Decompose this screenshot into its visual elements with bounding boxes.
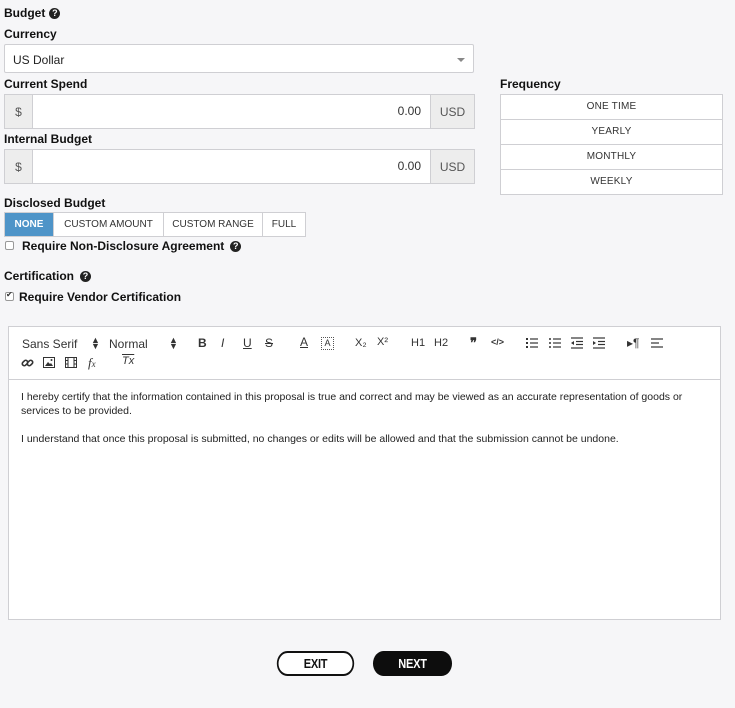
frequency-option-yearly[interactable]: YEARLY xyxy=(501,120,722,145)
chevron-down-icon xyxy=(457,58,465,62)
currency-prefix: $ xyxy=(5,150,33,183)
strike-button[interactable]: S xyxy=(265,336,273,350)
font-family-value: Sans Serif xyxy=(22,337,78,351)
internal-budget-field: $ 0.00 USD xyxy=(4,149,475,184)
exit-button[interactable]: EXIT xyxy=(276,651,355,676)
editor-content[interactable]: I hereby certify that the information co… xyxy=(21,390,690,460)
currency-prefix: $ xyxy=(5,95,33,128)
disclosed-budget-toggle: NONE CUSTOM AMOUNT CUSTOM RANGE FULL xyxy=(4,212,306,237)
font-size-value: Normal xyxy=(109,337,148,351)
sort-arrows-icon: ▲ ▼ xyxy=(169,335,178,351)
help-icon[interactable]: ? xyxy=(230,241,242,253)
frequency-option-weekly[interactable]: WEEKLY xyxy=(501,170,722,194)
bold-button[interactable]: B xyxy=(198,336,207,350)
disclosed-option-custom-amount[interactable]: CUSTOM AMOUNT xyxy=(54,213,164,236)
vendor-certification-checkbox[interactable] xyxy=(5,290,14,301)
text-direction-icon[interactable]: ▸¶ xyxy=(627,336,639,350)
currency-select[interactable]: US Dollar xyxy=(4,44,474,73)
disclosed-option-none[interactable]: NONE xyxy=(5,213,54,236)
help-icon[interactable]: ? xyxy=(80,271,92,283)
heading-1-button[interactable]: H1 xyxy=(411,337,425,349)
help-icon[interactable]: ? xyxy=(49,8,61,20)
internal-budget-label: Internal Budget xyxy=(4,132,93,146)
superscript-button[interactable]: X² xyxy=(377,336,388,348)
editor-toolbar: Sans Serif ▲ ▼ Normal ▲ ▼ B I U S A A X₂ X… xyxy=(9,327,720,380)
next-button[interactable]: NEXT xyxy=(372,651,453,676)
nda-checkbox[interactable] xyxy=(5,241,14,250)
subscript-button[interactable]: X₂ xyxy=(355,337,367,349)
currency-label: Currency xyxy=(4,27,57,41)
certification-heading: Certification? xyxy=(4,269,92,283)
frequency-option-one-time[interactable]: ONE TIME xyxy=(501,95,722,120)
certification-title: Certification xyxy=(4,269,75,283)
code-block-button[interactable]: </> xyxy=(491,337,504,347)
editor-paragraph: I understand that once this proposal is … xyxy=(21,433,619,445)
frequency-label: Frequency xyxy=(500,77,561,91)
underline-button[interactable]: U xyxy=(243,336,252,350)
currency-suffix: USD xyxy=(430,150,474,183)
currency-suffix: USD xyxy=(430,95,474,128)
font-family-select[interactable]: Sans Serif xyxy=(22,337,77,351)
editor-paragraph: I hereby certify that the information co… xyxy=(21,391,683,417)
nda-row: Require Non-Disclosure Agreement? xyxy=(22,239,242,253)
italic-button[interactable]: I xyxy=(221,336,224,350)
ordered-list-icon[interactable] xyxy=(526,337,538,349)
link-icon[interactable] xyxy=(21,357,34,369)
budget-title: Budget xyxy=(4,6,46,20)
text-color-button[interactable]: A xyxy=(300,335,308,349)
background-color-button[interactable]: A xyxy=(321,335,334,350)
highlight-icon: A xyxy=(321,337,334,350)
disclosed-budget-label: Disclosed Budget xyxy=(4,196,106,210)
heading-2-button[interactable]: H2 xyxy=(434,337,448,349)
nda-label: Require Non-Disclosure Agreement xyxy=(22,239,225,253)
sort-arrows-icon: ▲ ▼ xyxy=(91,335,100,351)
indent-icon[interactable] xyxy=(593,337,605,349)
blockquote-button[interactable]: ❞ xyxy=(470,335,477,351)
video-icon[interactable] xyxy=(65,357,77,368)
bullet-list-icon[interactable] xyxy=(549,337,561,349)
frequency-option-monthly[interactable]: MONTHLY xyxy=(501,145,722,170)
current-spend-label: Current Spend xyxy=(4,77,88,91)
budget-heading: Budget? xyxy=(4,6,61,20)
frequency-options: ONE TIME YEARLY MONTHLY WEEKLY xyxy=(500,94,723,195)
currency-value: US Dollar xyxy=(13,53,65,67)
current-spend-input[interactable]: 0.00 xyxy=(33,95,430,128)
disclosed-option-custom-range[interactable]: CUSTOM RANGE xyxy=(164,213,263,236)
outdent-icon[interactable] xyxy=(571,337,583,349)
vendor-certification-label: Require Vendor Certification xyxy=(19,290,182,304)
disclosed-option-full[interactable]: FULL xyxy=(263,213,305,236)
align-icon[interactable] xyxy=(651,337,663,349)
font-size-select[interactable]: Normal xyxy=(109,337,148,351)
certification-editor: Sans Serif ▲ ▼ Normal ▲ ▼ B I U S A A X₂ X… xyxy=(8,326,721,620)
current-spend-field: $ 0.00 USD xyxy=(4,94,475,129)
formula-icon[interactable]: fx xyxy=(88,355,96,371)
image-icon[interactable] xyxy=(43,357,55,368)
clear-format-button[interactable]: Tx xyxy=(122,355,134,367)
internal-budget-input[interactable]: 0.00 xyxy=(33,150,430,183)
